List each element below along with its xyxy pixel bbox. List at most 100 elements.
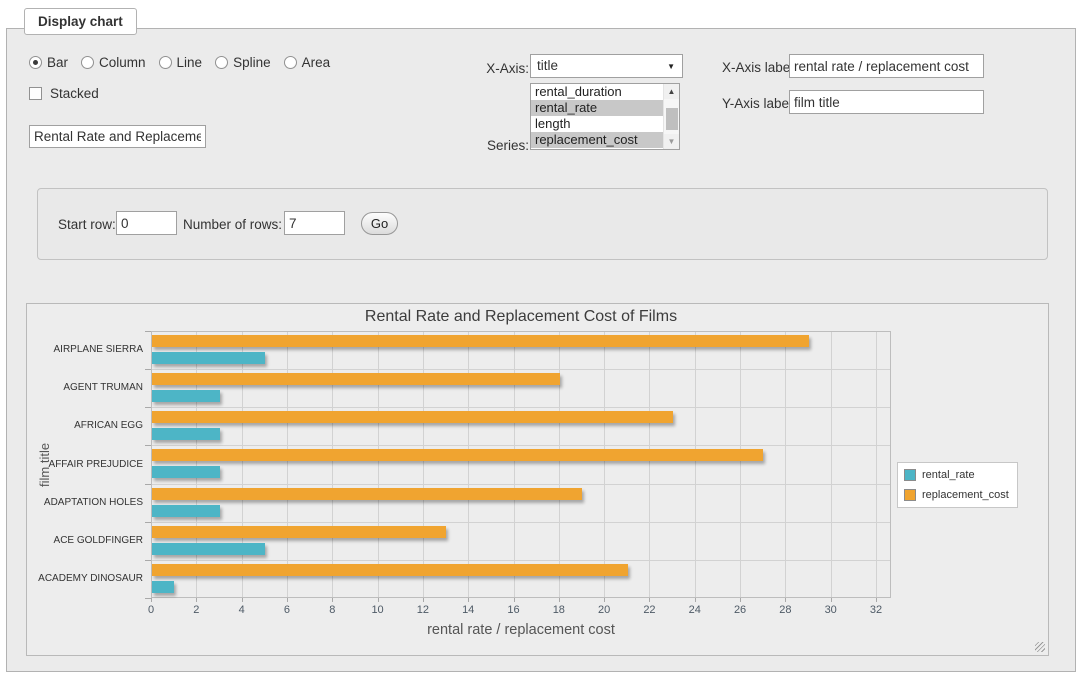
legend-swatch-replacement_cost (904, 489, 916, 501)
chart-type-option-bar[interactable]: Bar (29, 55, 68, 70)
grid-line-vertical (785, 332, 786, 597)
series-list-label: Series: (444, 138, 529, 153)
grid-line-horizontal (152, 522, 890, 523)
radio-bar-icon[interactable] (29, 56, 42, 69)
display-chart-panel: Display chart BarColumnLineSplineArea St… (6, 28, 1076, 672)
x-tick-label: 20 (592, 604, 616, 616)
radio-line-icon[interactable] (159, 56, 172, 69)
number-of-rows-label: Number of rows: (183, 217, 282, 232)
grid-line-vertical (242, 332, 243, 597)
y-tick (145, 484, 151, 485)
chart-type-options: Bar Column Line Spline Area (29, 55, 330, 70)
chart-type-option-column[interactable]: Column (81, 55, 146, 70)
x-tick-label: 26 (728, 604, 752, 616)
grid-line-vertical (559, 332, 560, 597)
scrollbar-thumb[interactable] (666, 108, 678, 130)
x-tick-label: 30 (819, 604, 843, 616)
x-tick (876, 598, 877, 602)
legend-label: replacement_cost (922, 489, 1009, 501)
grid-line-vertical (332, 332, 333, 597)
number-of-rows-input[interactable] (284, 211, 345, 235)
chart-title-input[interactable] (29, 125, 206, 148)
x-tick (740, 598, 741, 602)
chart-type-option-spline[interactable]: Spline (215, 55, 271, 70)
scroll-down-icon[interactable]: ▼ (664, 134, 679, 149)
x-tick (196, 598, 197, 602)
radio-spline-icon[interactable] (215, 56, 228, 69)
start-row-input[interactable] (116, 211, 177, 235)
bar-replacement_cost (152, 564, 628, 576)
x-tick (695, 598, 696, 602)
x-tick-label: 22 (637, 604, 661, 616)
x-tick (559, 598, 560, 602)
series-option-length[interactable]: length (531, 116, 664, 132)
series-option-rental_rate[interactable]: rental_rate (531, 100, 664, 116)
x-tick (785, 598, 786, 602)
go-button[interactable]: Go (361, 212, 398, 235)
series-options: rental_durationrental_ratelengthreplacem… (531, 84, 679, 148)
legend-item: replacement_cost (904, 489, 1009, 501)
chart-type-label: Area (302, 55, 331, 70)
scroll-up-icon[interactable]: ▲ (664, 84, 679, 99)
chart-resize-handle[interactable] (1035, 642, 1045, 652)
x-tick-label: 16 (502, 604, 526, 616)
x-tick-label: 24 (683, 604, 707, 616)
radio-column-icon[interactable] (81, 56, 94, 69)
grid-line-vertical (378, 332, 379, 597)
x-tick (242, 598, 243, 602)
x-axis-label-input[interactable] (789, 54, 984, 78)
chart-type-label: Column (99, 55, 146, 70)
dropdown-arrow-icon: ▼ (667, 62, 675, 71)
stacked-checkbox[interactable] (29, 87, 42, 100)
x-axis-title: rental rate / replacement cost (151, 622, 891, 638)
y-axis-title: film title (37, 331, 52, 598)
series-listbox[interactable]: rental_durationrental_ratelengthreplacem… (530, 83, 680, 150)
start-row-label: Start row: (58, 217, 116, 232)
bar-rental_rate (152, 505, 220, 517)
grid-line-vertical (695, 332, 696, 597)
chart-type-label: Spline (233, 55, 271, 70)
x-tick-label: 6 (275, 604, 299, 616)
x-tick-label: 10 (366, 604, 390, 616)
grid-line-vertical (649, 332, 650, 597)
x-tick (332, 598, 333, 602)
bar-replacement_cost (152, 335, 809, 347)
x-tick (423, 598, 424, 602)
grid-line-vertical (831, 332, 832, 597)
y-tick (145, 560, 151, 561)
x-tick (151, 598, 152, 602)
row-controls-panel: Start row: Number of rows: Go (37, 188, 1048, 260)
stacked-option[interactable]: Stacked (29, 86, 99, 101)
x-tick (649, 598, 650, 602)
bar-replacement_cost (152, 411, 673, 423)
legend-label: rental_rate (922, 469, 975, 481)
listbox-scrollbar[interactable]: ▲ ▼ (663, 84, 679, 149)
x-tick (604, 598, 605, 602)
y-tick (145, 331, 151, 332)
x-axis-selected-value: title (537, 58, 558, 73)
series-option-rental_duration[interactable]: rental_duration (531, 84, 664, 100)
bar-rental_rate (152, 581, 174, 593)
chart-legend: rental_rate replacement_cost (897, 462, 1018, 508)
grid-line-horizontal (152, 445, 890, 446)
radio-area-icon[interactable] (284, 56, 297, 69)
y-axis-label-input[interactable] (789, 90, 984, 114)
grid-line-vertical (468, 332, 469, 597)
grid-line-vertical (740, 332, 741, 597)
chart-title: Rental Rate and Replacement Cost of Film… (151, 308, 891, 326)
x-tick-label: 0 (139, 604, 163, 616)
y-tick (145, 598, 151, 599)
x-tick (287, 598, 288, 602)
panel-title: Display chart (24, 8, 137, 35)
x-axis-label-label: X-Axis label: (722, 60, 797, 75)
x-tick-label: 2 (184, 604, 208, 616)
y-tick (145, 407, 151, 408)
y-tick (145, 445, 151, 446)
grid-line-vertical (514, 332, 515, 597)
x-tick-label: 18 (547, 604, 571, 616)
chart-type-option-area[interactable]: Area (284, 55, 331, 70)
chart-type-option-line[interactable]: Line (159, 55, 203, 70)
grid-line-horizontal (152, 407, 890, 408)
series-option-replacement_cost[interactable]: replacement_cost (531, 132, 664, 148)
x-axis-select[interactable]: title ▼ (530, 54, 683, 78)
